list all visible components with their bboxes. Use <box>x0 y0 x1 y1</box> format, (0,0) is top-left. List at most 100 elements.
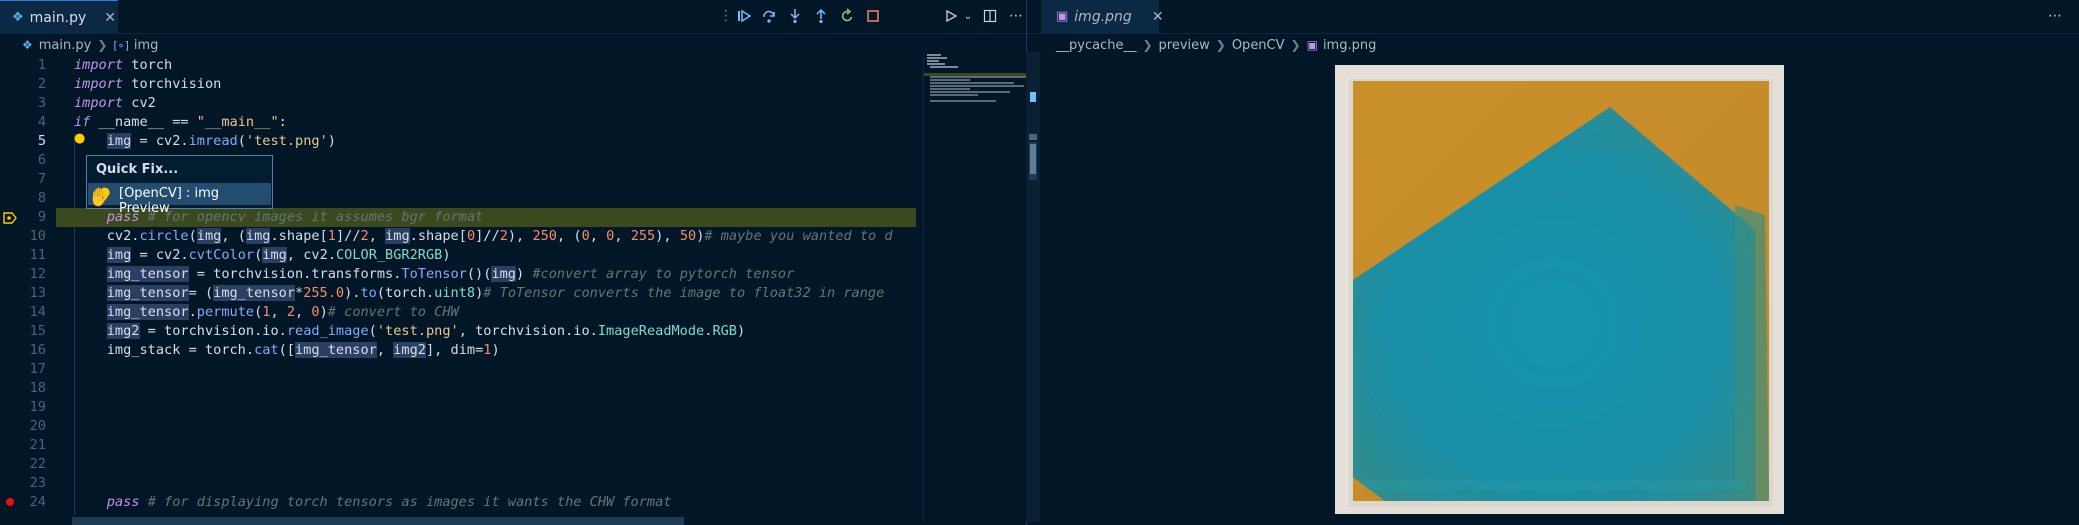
more-actions-icon[interactable]: ⋯ <box>1006 6 1026 26</box>
drag-handle-icon[interactable]: ⋮ <box>716 6 736 26</box>
chevron-down-icon[interactable]: ⌄ <box>958 6 978 26</box>
code-text: img = cv2.cvtColor(img, cv2.COLOR_BGR2RG… <box>106 247 451 263</box>
breadcrumb: ❖ main.py ❯ [∘] img <box>22 34 158 56</box>
line-number: 19 <box>29 399 46 415</box>
restart-icon[interactable] <box>837 6 857 26</box>
line-number: 11 <box>29 247 46 263</box>
code-text: import cv2 <box>74 95 156 111</box>
code-line[interactable]: 2 import torchvision <box>0 75 916 94</box>
quick-fix-item-label: [OpenCV] : img Preview <box>119 186 220 216</box>
code-text: img_stack = torch.cat([img_tensor, img2]… <box>74 342 500 358</box>
line-number: 17 <box>29 361 46 377</box>
code-line[interactable]: 22 <box>0 455 916 474</box>
line-number: 5 <box>37 133 46 149</box>
variable-icon: [∘] <box>113 38 129 52</box>
line-number: 13 <box>29 285 46 301</box>
code-line[interactable]: 17 <box>0 360 916 379</box>
line-number: 1 <box>37 57 46 73</box>
image-file-icon: ▣ <box>1056 9 1069 24</box>
step-out-icon[interactable] <box>811 6 831 26</box>
line-number: 2 <box>37 76 46 92</box>
tab-label: img.png <box>1074 8 1132 25</box>
tab-main-py[interactable]: ❖ main.py ✕ <box>0 0 118 34</box>
code-text: import torch <box>74 57 173 73</box>
chevron-right-icon: ❯ <box>97 38 108 52</box>
code-text: import torchvision <box>74 76 222 92</box>
python-file-icon: ❖ <box>22 38 33 52</box>
code-line[interactable]: 18 <box>0 379 916 398</box>
line-number: 23 <box>29 475 46 491</box>
breakpoint-icon[interactable] <box>6 498 14 506</box>
preview-image-content <box>1349 79 1773 507</box>
more-actions-icon[interactable]: ⋯ <box>2045 6 2065 26</box>
quick-fix-menu: Quick Fix... ● [OpenCV] : img Preview <box>86 155 273 216</box>
breadcrumb-item[interactable]: img <box>134 38 159 53</box>
line-number: 18 <box>29 380 46 396</box>
breadcrumb-item[interactable]: OpenCV <box>1232 38 1285 53</box>
code-line[interactable]: 10 cv2.circle(img, (img.shape[1]//2, img… <box>0 227 916 246</box>
line-number: 10 <box>29 228 46 244</box>
chevron-right-icon: ❯ <box>1290 38 1301 52</box>
chevron-right-icon: ❯ <box>1215 38 1226 52</box>
code-line[interactable]: 3 import cv2 <box>0 94 916 113</box>
code-line[interactable]: 1 import torch <box>0 56 916 75</box>
close-icon[interactable]: ✕ <box>104 10 116 26</box>
breadcrumb-item[interactable]: __pycache__ <box>1056 38 1136 53</box>
code-line[interactable]: 4 if __name__ == "__main__": <box>0 113 916 132</box>
code-line[interactable]: 23 <box>0 474 916 493</box>
code-line[interactable]: 12 img_tensor = torchvision.transforms.T… <box>0 265 916 284</box>
step-into-icon[interactable] <box>785 6 805 26</box>
code-line[interactable]: 5 img = cv2.imread('test.png') <box>0 132 916 151</box>
code-text: img_tensor = torchvision.transforms.ToTe… <box>106 266 795 282</box>
code-text: img_tensor.permute(1, 2, 0)# convert to … <box>106 304 459 320</box>
tab-label: main.py <box>29 9 87 26</box>
chevron-right-icon: ❯ <box>1142 38 1153 52</box>
code-line[interactable]: 13 img_tensor= (img_tensor*255.0).to(tor… <box>0 284 916 303</box>
line-number: 3 <box>37 95 46 111</box>
line-number: 8 <box>37 190 46 206</box>
stop-icon[interactable] <box>863 6 883 26</box>
split-editor-icon[interactable] <box>980 6 1000 26</box>
line-number: 4 <box>37 114 46 130</box>
code-text: cv2.circle(img, (img.shape[1]//2, img.sh… <box>74 228 893 244</box>
breadcrumb-item[interactable]: main.py <box>39 38 92 53</box>
quick-fix-title: Quick Fix... <box>96 162 179 177</box>
line-number: 7 <box>37 171 46 187</box>
continue-icon[interactable] <box>734 6 754 26</box>
quick-fix-item[interactable]: ● [OpenCV] : img Preview <box>88 183 271 216</box>
line-number: 20 <box>29 418 46 434</box>
debug-stackframe-icon <box>3 210 17 224</box>
code-text: pass # for displaying torch tensors as i… <box>106 494 672 510</box>
code-text: if __name__ == "__main__": <box>74 114 287 130</box>
minimap[interactable] <box>923 52 1027 522</box>
hand-cursor-icon: ✋ <box>88 187 111 208</box>
line-number: 14 <box>29 304 46 320</box>
code-line[interactable]: 24 pass # for displaying torch tensors a… <box>0 493 916 512</box>
code-line[interactable]: 20 <box>0 417 916 436</box>
line-number: 12 <box>29 266 46 282</box>
code-line[interactable]: 15 img2 = torchvision.io.read_image('tes… <box>0 322 916 341</box>
code-line[interactable]: 19 <box>0 398 916 417</box>
tab-img-png[interactable]: ▣ img.png ✕ <box>1041 0 1164 33</box>
breadcrumb-item[interactable]: img.png <box>1323 38 1376 53</box>
code-line[interactable]: 16 img_stack = torch.cat([img_tensor, im… <box>0 341 916 360</box>
line-number: 22 <box>29 456 46 472</box>
code-line[interactable]: 11 img = cv2.cvtColor(img, cv2.COLOR_BGR… <box>0 246 916 265</box>
line-number: 6 <box>37 152 46 168</box>
lightbulb-icon[interactable]: ● <box>74 131 85 146</box>
code-text: img2 = torchvision.io.read_image('test.p… <box>106 323 746 339</box>
code-line[interactable]: 14 img_tensor.permute(1, 2, 0)# convert … <box>0 303 916 322</box>
line-number: 21 <box>29 437 46 453</box>
step-over-icon[interactable] <box>759 6 779 26</box>
code-text: img = cv2.imread('test.png') <box>106 133 336 149</box>
image-preview <box>1335 65 1784 514</box>
breadcrumb: __pycache__ ❯ preview ❯ OpenCV ❯ ▣ img.p… <box>1056 34 1376 56</box>
code-text: img_tensor= (img_tensor*255.0).to(torch.… <box>106 285 885 301</box>
close-icon[interactable]: ✕ <box>1152 9 1164 25</box>
horizontal-scrollbar[interactable] <box>72 517 684 525</box>
vertical-scrollbar[interactable] <box>1026 52 1040 522</box>
image-file-icon: ▣ <box>1306 38 1318 52</box>
python-file-icon: ❖ <box>12 10 24 25</box>
breadcrumb-item[interactable]: preview <box>1159 38 1210 53</box>
code-line[interactable]: 21 <box>0 436 916 455</box>
